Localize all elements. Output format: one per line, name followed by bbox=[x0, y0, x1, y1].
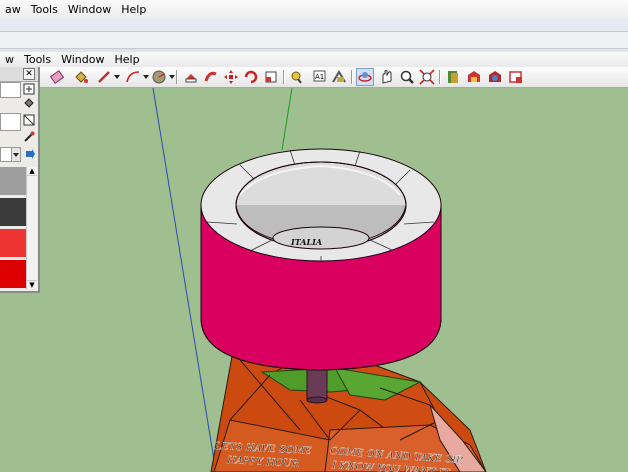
push-pull-icon[interactable] bbox=[182, 68, 200, 86]
swatch-scrollbar[interactable]: ▲ ▼ bbox=[26, 167, 37, 289]
share-model-icon[interactable] bbox=[465, 68, 483, 86]
menu-window[interactable]: Window bbox=[63, 2, 116, 17]
scale-icon[interactable] bbox=[262, 68, 280, 86]
menu-view[interactable]: w bbox=[0, 52, 19, 67]
menu-draw[interactable]: aw bbox=[0, 2, 26, 17]
modeling-viewport[interactable]: LETS HAVE SOME HAPPY HOUR COME ON AND TA… bbox=[0, 88, 628, 472]
eyedropper-icon[interactable] bbox=[23, 131, 35, 143]
material-name-field[interactable] bbox=[0, 82, 21, 98]
materials-panel: ✕ ▲ ▼ bbox=[0, 67, 40, 293]
move-icon[interactable] bbox=[222, 68, 240, 86]
swatch-gray[interactable] bbox=[0, 167, 26, 195]
bowl: ITALIA bbox=[200, 148, 442, 371]
eraser-icon[interactable] bbox=[48, 68, 66, 86]
menu-window[interactable]: Window bbox=[56, 52, 109, 67]
rotate-icon[interactable] bbox=[242, 68, 260, 86]
green-axis bbox=[281, 88, 293, 151]
paint-bucket-icon[interactable] bbox=[23, 97, 35, 109]
menubar-front-window: w Tools Window Help bbox=[0, 52, 628, 68]
pencil-icon[interactable] bbox=[95, 68, 113, 86]
3d-text-icon[interactable] bbox=[330, 68, 348, 86]
create-material-icon[interactable] bbox=[23, 83, 35, 95]
dimension-icon[interactable]: A1 bbox=[309, 68, 327, 86]
menu-tools[interactable]: Tools bbox=[19, 52, 56, 67]
menu-help[interactable]: Help bbox=[116, 2, 151, 17]
swatch-dark-gray[interactable] bbox=[0, 198, 26, 226]
details-arrow-icon[interactable] bbox=[24, 148, 36, 160]
extension-warehouse-icon[interactable] bbox=[507, 68, 525, 86]
tape-measure-icon[interactable] bbox=[289, 68, 307, 86]
share-component-icon[interactable] bbox=[486, 68, 504, 86]
bowl-label: ITALIA bbox=[290, 237, 322, 247]
menubar-back-window: aw Tools Window Help bbox=[0, 0, 628, 20]
get-models-icon[interactable] bbox=[444, 68, 462, 86]
material-preview bbox=[0, 113, 21, 131]
zoom-icon[interactable] bbox=[398, 68, 416, 86]
window-frame bbox=[0, 19, 628, 52]
main-toolbar: A1 bbox=[0, 67, 628, 88]
paint-bucket-icon[interactable] bbox=[72, 68, 90, 86]
follow-me-icon[interactable] bbox=[202, 68, 220, 86]
circle-icon[interactable] bbox=[150, 68, 168, 86]
orbit-icon[interactable] bbox=[356, 68, 374, 86]
pan-icon[interactable] bbox=[378, 68, 396, 86]
zoom-extents-icon[interactable] bbox=[418, 68, 436, 86]
swatch-dark-red[interactable] bbox=[0, 260, 26, 288]
default-material-icon[interactable] bbox=[23, 114, 35, 126]
library-dropdown[interactable] bbox=[0, 147, 21, 162]
menu-tools[interactable]: Tools bbox=[26, 2, 63, 17]
swatch-red[interactable] bbox=[0, 229, 26, 257]
close-icon[interactable]: ✕ bbox=[23, 68, 35, 80]
panel-header: ✕ bbox=[0, 67, 38, 82]
arc-icon[interactable] bbox=[124, 68, 142, 86]
menu-help[interactable]: Help bbox=[109, 52, 144, 67]
svg-text:A1: A1 bbox=[315, 73, 324, 81]
